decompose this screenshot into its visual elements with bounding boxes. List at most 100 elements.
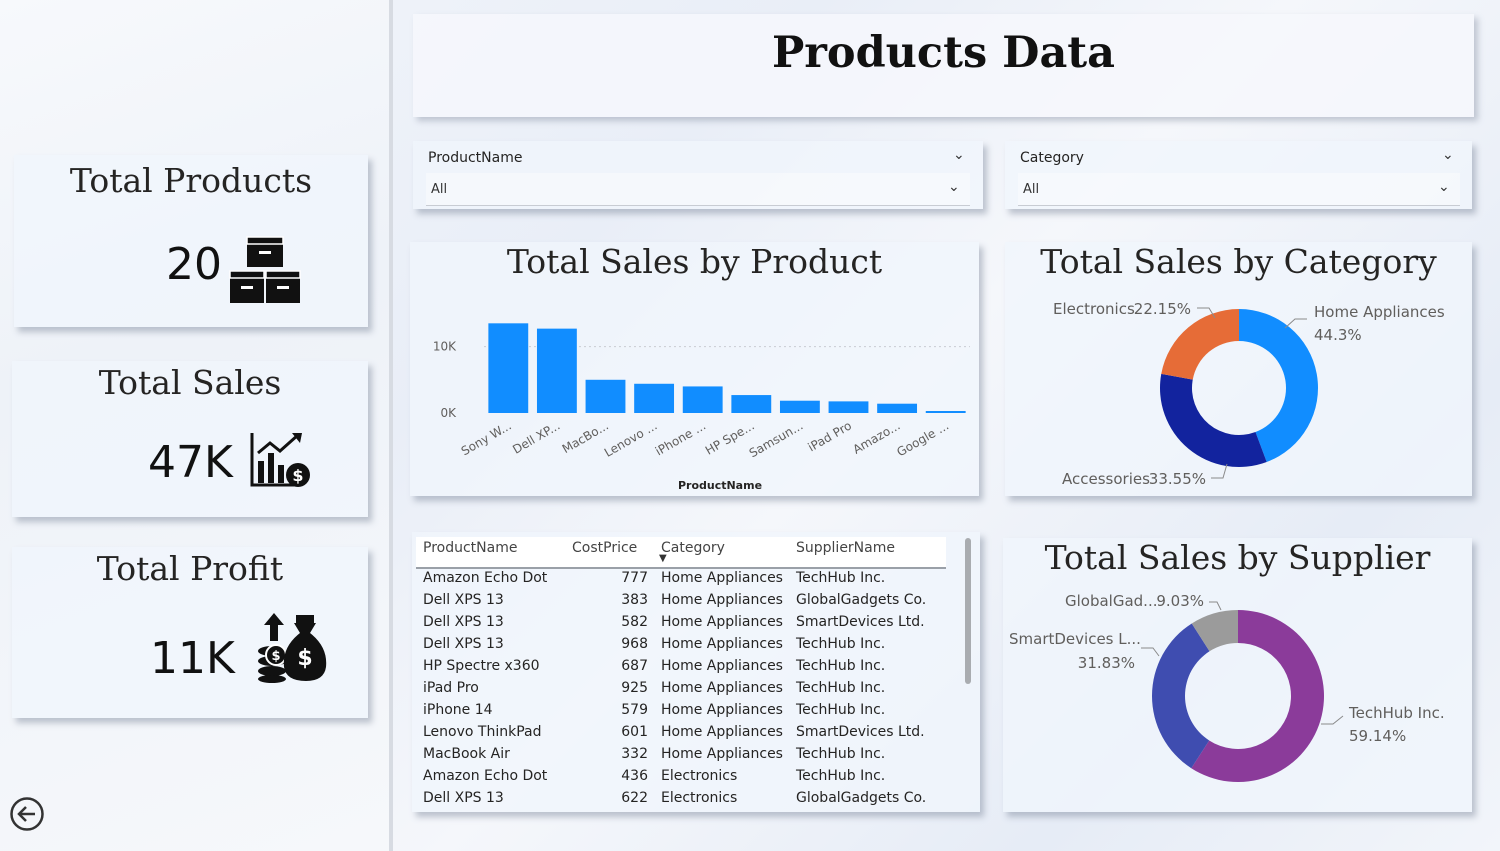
- kpi-value: 47K: [148, 437, 233, 488]
- chevron-down-icon[interactable]: ⌄: [953, 147, 965, 163]
- slicer-value: All: [1023, 182, 1040, 197]
- table-cell-suppliername: TechHub Inc.: [796, 658, 886, 674]
- kpi-value: 20: [166, 239, 222, 290]
- chevron-down-icon[interactable]: ⌄: [1442, 147, 1454, 163]
- data-label-name: TechHub Inc.: [1348, 704, 1445, 722]
- donut-slice: [1161, 309, 1239, 380]
- table-row[interactable]: Dell XPS 13 582 Home Appliances SmartDevice…: [416, 612, 946, 634]
- bar: [731, 395, 772, 413]
- sidebar-divider: [389, 0, 393, 851]
- table-row[interactable]: Amazon Echo Dot 436 Electronics TechHub Inc…: [416, 766, 946, 788]
- table-cell-category: Home Appliances: [661, 592, 783, 608]
- data-label-value: 9.03%: [1156, 592, 1204, 610]
- table-cell-category: Electronics: [661, 790, 738, 806]
- table-scrollbar[interactable]: [965, 538, 971, 684]
- data-label-name: Electronics: [1053, 300, 1135, 318]
- table-cell-costprice: 925: [621, 680, 648, 696]
- bar: [828, 401, 869, 413]
- table-cell-category: Home Appliances: [661, 570, 783, 586]
- data-label-name: Home Appliances: [1314, 303, 1445, 321]
- column-header-category[interactable]: Category: [661, 540, 725, 556]
- table-row[interactable]: MacBook Air 332 Home Appliances TechHub Inc…: [416, 744, 946, 766]
- table-cell-productname: iPhone 14: [423, 702, 493, 718]
- table-cell-category: Home Appliances: [661, 680, 783, 696]
- y-tick-label: 0K: [440, 406, 457, 420]
- kpi-card-total-products: Total Products 20: [14, 155, 368, 327]
- sales-chart-dollar-icon: $: [250, 433, 310, 487]
- slicer-product-name[interactable]: ProductName ⌄ All ⌄: [413, 141, 983, 209]
- table-cell-suppliername: SmartDevices Ltd.: [796, 614, 925, 630]
- sort-descending-icon[interactable]: ▼: [659, 553, 667, 564]
- table-cell-category: Home Appliances: [661, 658, 783, 674]
- column-header-costprice[interactable]: CostPrice: [572, 540, 637, 556]
- table-row[interactable]: Dell XPS 13 383 Home Appliances GlobalGadge…: [416, 590, 946, 612]
- table-cell-suppliername: GlobalGadgets Co.: [796, 592, 927, 608]
- table-row[interactable]: iPad Pro 925 Home Appliances TechHub Inc.: [416, 678, 946, 700]
- slicer-label: ProductName: [428, 150, 523, 166]
- kpi-card-total-sales: Total Sales 47K $: [12, 361, 368, 517]
- table-cell-category: Electronics: [661, 768, 738, 784]
- table-cell-costprice: 582: [621, 614, 648, 630]
- data-label-name: Accessories: [1062, 470, 1150, 488]
- table-cell-costprice: 436: [621, 768, 648, 784]
- table-row[interactable]: Amazon Echo Dot 777 Home Appliances TechHub…: [416, 568, 946, 590]
- money-bag-icon: $ $: [258, 613, 327, 683]
- archive-boxes-icon: [229, 236, 301, 303]
- table-cell-costprice: 622: [621, 790, 648, 806]
- table-cell-costprice: 579: [621, 702, 648, 718]
- page-title-box: Products Data: [413, 14, 1474, 117]
- bar: [634, 383, 675, 413]
- leader-line: [1211, 463, 1228, 479]
- kpi-title: Total Profit: [96, 549, 284, 588]
- table-row[interactable]: Dell XPS 13 622 Electronics GlobalGadgets C…: [416, 788, 946, 810]
- slicer-category[interactable]: Category ⌄ All ⌄: [1005, 141, 1472, 209]
- bar: [925, 411, 966, 413]
- data-label-value: 59.14%: [1349, 727, 1406, 745]
- table-cell-category: Home Appliances: [661, 746, 783, 762]
- data-label-value: 22.15%: [1134, 300, 1191, 318]
- kpi-title: Total Products: [69, 161, 313, 200]
- table-cell-productname: Amazon Echo Dot: [423, 570, 548, 586]
- column-header-suppliername[interactable]: SupplierName: [796, 540, 895, 556]
- table-cell-suppliername: TechHub Inc.: [796, 746, 886, 762]
- donut-slice: [1152, 623, 1210, 769]
- chevron-down-icon[interactable]: ⌄: [948, 179, 960, 195]
- table-cell-productname: HP Spectre x360: [423, 658, 540, 674]
- x-tick-label: iPhone ...: [653, 418, 708, 458]
- y-tick-label: 10K: [433, 340, 457, 354]
- svg-text:$: $: [297, 646, 312, 671]
- column-header-productname[interactable]: ProductName: [423, 540, 517, 556]
- table-cell-category: Home Appliances: [661, 724, 783, 740]
- table-row[interactable]: Dell XPS 13 968 Home Appliances TechHub Inc…: [416, 634, 946, 656]
- x-tick-label: iPad Pro: [806, 418, 854, 454]
- table-row[interactable]: iPhone 14 579 Home Appliances TechHub Inc.: [416, 700, 946, 722]
- x-tick-label: Dell XP...: [510, 418, 562, 456]
- table-cell-suppliername: TechHub Inc.: [796, 636, 886, 652]
- category-donut-chart: Home Appliances 44.3% Electronics 22.15% Acc…: [1053, 300, 1445, 488]
- svg-text:$: $: [292, 466, 303, 485]
- bar: [877, 403, 918, 413]
- table-cell-productname: Dell XPS 13: [423, 790, 504, 806]
- slicer-dropdown[interactable]: All ⌄: [1018, 173, 1460, 206]
- bar: [488, 323, 529, 413]
- data-label-name: SmartDevices L...: [1009, 630, 1141, 648]
- kpi-card-total-profit: Total Profit 11K $ $: [12, 547, 368, 718]
- category-donut-card: Total Sales by Category Home Appliances 4…: [1005, 242, 1472, 496]
- table-cell-costprice: 687: [621, 658, 648, 674]
- supplier-donut-card: Total Sales by Supplier TechHub Inc. 59.1…: [1003, 538, 1472, 812]
- bar: [585, 379, 626, 413]
- table-cell-suppliername: TechHub Inc.: [796, 680, 886, 696]
- data-label-name: GlobalGad...: [1065, 592, 1158, 610]
- chevron-down-icon[interactable]: ⌄: [1438, 179, 1450, 195]
- table-cell-productname: Lenovo ThinkPad: [423, 724, 542, 740]
- slicer-dropdown[interactable]: All ⌄: [426, 173, 970, 206]
- table-cell-productname: MacBook Air: [423, 746, 510, 762]
- table-cell-costprice: 601: [621, 724, 648, 740]
- back-arrow-icon[interactable]: [9, 796, 45, 832]
- table-cell-productname: Amazon Echo Dot: [423, 768, 548, 784]
- table-header: ProductName CostPrice Category ▼ Supplie…: [416, 537, 946, 569]
- table-row[interactable]: Lenovo ThinkPad 601 Home Appliances SmartDe…: [416, 722, 946, 744]
- slicer-value: All: [431, 182, 448, 197]
- table-row[interactable]: HP Spectre x360 687 Home Appliances TechHub…: [416, 656, 946, 678]
- bar: [536, 328, 577, 413]
